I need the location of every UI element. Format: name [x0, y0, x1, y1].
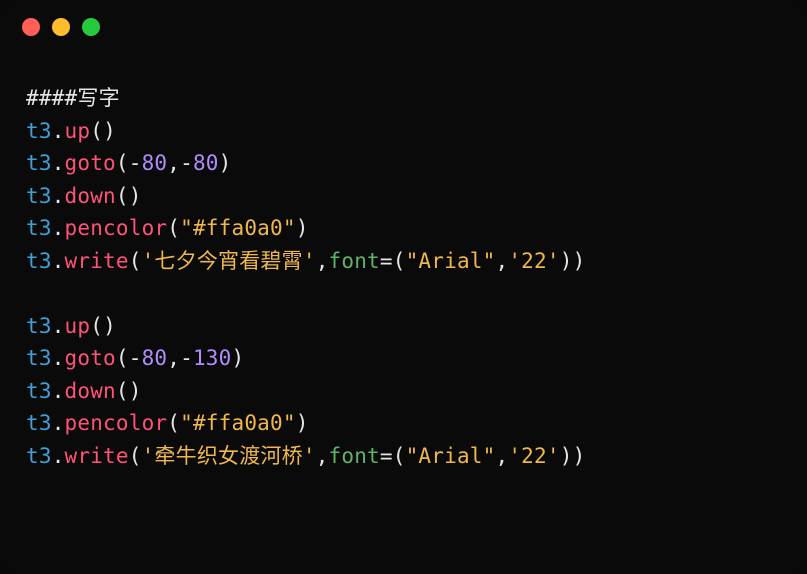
punct-lparen: (	[90, 314, 103, 338]
punct-rparen: )	[232, 346, 245, 370]
punct-comma: ,	[167, 151, 180, 175]
code-line: t3.pencolor("#ffa0a0")	[26, 212, 781, 245]
punct-dot: .	[52, 119, 65, 143]
string-literal: "Arial"	[406, 444, 496, 468]
code-line: t3.up()	[26, 115, 781, 148]
punct-rparen: )	[103, 314, 116, 338]
code-editor[interactable]: ####写字t3.up()t3.goto(-80,-80)t3.down()t3…	[0, 46, 807, 473]
string-literal: "#ffa0a0"	[180, 216, 296, 240]
close-icon[interactable]	[22, 18, 40, 36]
method-name: pencolor	[65, 411, 168, 435]
punct-rparen: )	[560, 444, 573, 468]
identifier: t3	[26, 379, 52, 403]
punct-rparen: )	[296, 411, 309, 435]
punct-minus: -	[180, 346, 193, 370]
punct-comma: ,	[316, 444, 329, 468]
punct-dot: .	[52, 346, 65, 370]
punct-minus: -	[129, 346, 142, 370]
punct-dot: .	[52, 314, 65, 338]
method-name: goto	[65, 346, 116, 370]
number-literal: 130	[193, 346, 232, 370]
blank-line	[26, 277, 781, 310]
punct-rparen: )	[129, 379, 142, 403]
code-line: t3.goto(-80,-80)	[26, 147, 781, 180]
punct-comma: ,	[496, 444, 509, 468]
minimize-icon[interactable]	[52, 18, 70, 36]
code-line: t3.goto(-80,-130)	[26, 342, 781, 375]
method-name: write	[65, 444, 129, 468]
punct-lparen: (	[116, 151, 129, 175]
punct-dot: .	[52, 216, 65, 240]
punct-minus: -	[180, 151, 193, 175]
string-literal: '七夕今宵看碧霄'	[142, 249, 316, 273]
punct-lparen: (	[393, 444, 406, 468]
method-name: goto	[65, 151, 116, 175]
identifier: t3	[26, 249, 52, 273]
zoom-icon[interactable]	[82, 18, 100, 36]
punct-rparen: )	[103, 119, 116, 143]
method-name: down	[65, 184, 116, 208]
code-line: t3.down()	[26, 180, 781, 213]
punct-minus: -	[129, 151, 142, 175]
number-literal: 80	[142, 151, 168, 175]
code-line: t3.down()	[26, 375, 781, 408]
punct-lparen: (	[167, 411, 180, 435]
method-name: up	[65, 314, 91, 338]
punct-rparen: )	[560, 249, 573, 273]
punct-lparen: (	[116, 346, 129, 370]
code-line: t3.write('七夕今宵看碧霄',font=("Arial",'22'))	[26, 245, 781, 278]
number-literal: 80	[142, 346, 168, 370]
code-line: ####写字	[26, 82, 781, 115]
punct-rparen: )	[573, 249, 586, 273]
method-name: up	[65, 119, 91, 143]
punct-eq: =	[380, 249, 393, 273]
identifier: t3	[26, 444, 52, 468]
number-literal: 80	[193, 151, 219, 175]
terminal-window: ####写字t3.up()t3.goto(-80,-80)t3.down()t3…	[0, 0, 807, 574]
string-literal: '22'	[508, 249, 559, 273]
punct-lparen: (	[116, 184, 129, 208]
punct-lparen: (	[90, 119, 103, 143]
punct-rparen: )	[219, 151, 232, 175]
punct-comma: ,	[316, 249, 329, 273]
punct-rparen: )	[573, 444, 586, 468]
identifier: t3	[26, 314, 52, 338]
string-literal: '牵牛织女渡河桥'	[142, 444, 316, 468]
identifier: t3	[26, 346, 52, 370]
method-name: down	[65, 379, 116, 403]
method-name: pencolor	[65, 216, 168, 240]
identifier: t3	[26, 411, 52, 435]
code-line: t3.up()	[26, 310, 781, 343]
punct-dot: .	[52, 379, 65, 403]
keyword-arg: font	[329, 444, 380, 468]
punct-lparen: (	[116, 379, 129, 403]
identifier: t3	[26, 119, 52, 143]
code-line: t3.pencolor("#ffa0a0")	[26, 407, 781, 440]
punct-dot: .	[52, 249, 65, 273]
punct-lparen: (	[129, 249, 142, 273]
punct-comma: ,	[167, 346, 180, 370]
punct-rparen: )	[129, 184, 142, 208]
punct-lparen: (	[129, 444, 142, 468]
string-literal: "#ffa0a0"	[180, 411, 296, 435]
punct-dot: .	[52, 444, 65, 468]
punct-dot: .	[52, 184, 65, 208]
keyword-arg: font	[329, 249, 380, 273]
string-literal: '22'	[508, 444, 559, 468]
punct-lparen: (	[393, 249, 406, 273]
identifier: t3	[26, 216, 52, 240]
punct-rparen: )	[296, 216, 309, 240]
identifier: t3	[26, 151, 52, 175]
identifier: t3	[26, 184, 52, 208]
punct-eq: =	[380, 444, 393, 468]
window-titlebar	[0, 0, 807, 46]
punct-comma: ,	[496, 249, 509, 273]
string-literal: "Arial"	[406, 249, 496, 273]
punct-lparen: (	[167, 216, 180, 240]
comment-text: ####写字	[26, 86, 120, 110]
punct-dot: .	[52, 411, 65, 435]
code-line: t3.write('牵牛织女渡河桥',font=("Arial",'22'))	[26, 440, 781, 473]
method-name: write	[65, 249, 129, 273]
punct-dot: .	[52, 151, 65, 175]
